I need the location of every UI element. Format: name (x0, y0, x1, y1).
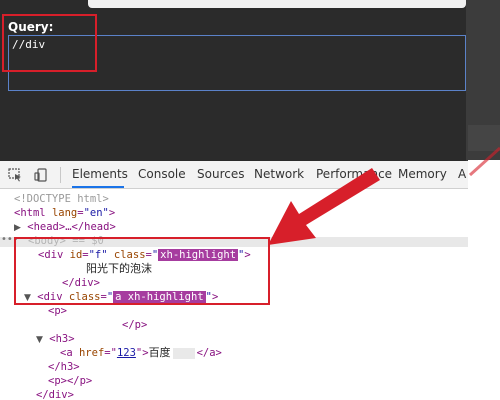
device-toolbar-icon[interactable] (34, 167, 48, 182)
html-open-close: > (108, 207, 116, 219)
a-link-text: 百度 (148, 346, 171, 359)
div-a-end-tag[interactable]: </div> (36, 388, 74, 400)
tab-network[interactable]: Network (254, 161, 304, 188)
a-href-link[interactable]: 123 (117, 347, 136, 359)
browser-top-strip (88, 0, 466, 8)
html-node[interactable]: <html lang="en"> (14, 206, 115, 220)
right-edge-tab (468, 125, 500, 151)
screenshot-root: Query: //div Elements Console Sources Ne… (0, 0, 500, 400)
a-close-tag: </a> (196, 347, 222, 359)
html-lang-attr: lang (51, 207, 78, 219)
a-href-attr: href (78, 347, 105, 359)
a-node[interactable]: <a href="123">百度 </a> (60, 346, 222, 360)
p-empty-node[interactable]: <p></p> (48, 374, 92, 388)
tab-application-truncated[interactable]: A (458, 161, 466, 188)
inspect-element-icon[interactable] (8, 167, 22, 182)
head-node[interactable]: ▶ <head>…</head> (14, 220, 116, 234)
h3-node[interactable]: ▼ <h3> (36, 332, 75, 346)
right-edge-light (468, 160, 500, 400)
blurred-text (172, 347, 195, 359)
toolbar-separator (60, 167, 61, 183)
query-annotation-box (2, 14, 97, 72)
a-open-tag: <a (60, 347, 73, 359)
p-open-node[interactable]: <p> (48, 304, 67, 318)
head-close-tag: </head> (71, 221, 116, 233)
expand-arrow-icon[interactable]: ▶ (14, 223, 21, 233)
h3-open-tag: <h3> (49, 333, 75, 345)
head-open-tag: <head> (27, 221, 66, 233)
tab-sources[interactable]: Sources (197, 161, 244, 188)
tab-memory[interactable]: Memory (398, 161, 447, 188)
tree-annotation-box (14, 237, 270, 305)
p-close-node[interactable]: </p> (122, 318, 147, 332)
tab-performance[interactable]: Performance (316, 161, 392, 188)
collapse-arrow-icon[interactable]: ▼ (36, 335, 43, 345)
html-open-tag: <html (14, 207, 46, 219)
h3-end-tag[interactable]: </h3> (48, 360, 80, 374)
tab-console[interactable]: Console (138, 161, 186, 188)
doctype-node[interactable]: <!DOCTYPE html> (14, 192, 109, 206)
tab-elements[interactable]: Elements (72, 161, 128, 188)
devtools-toolbar: Elements Console Sources Network Perform… (0, 161, 468, 189)
html-lang-value: "en" (83, 207, 109, 219)
